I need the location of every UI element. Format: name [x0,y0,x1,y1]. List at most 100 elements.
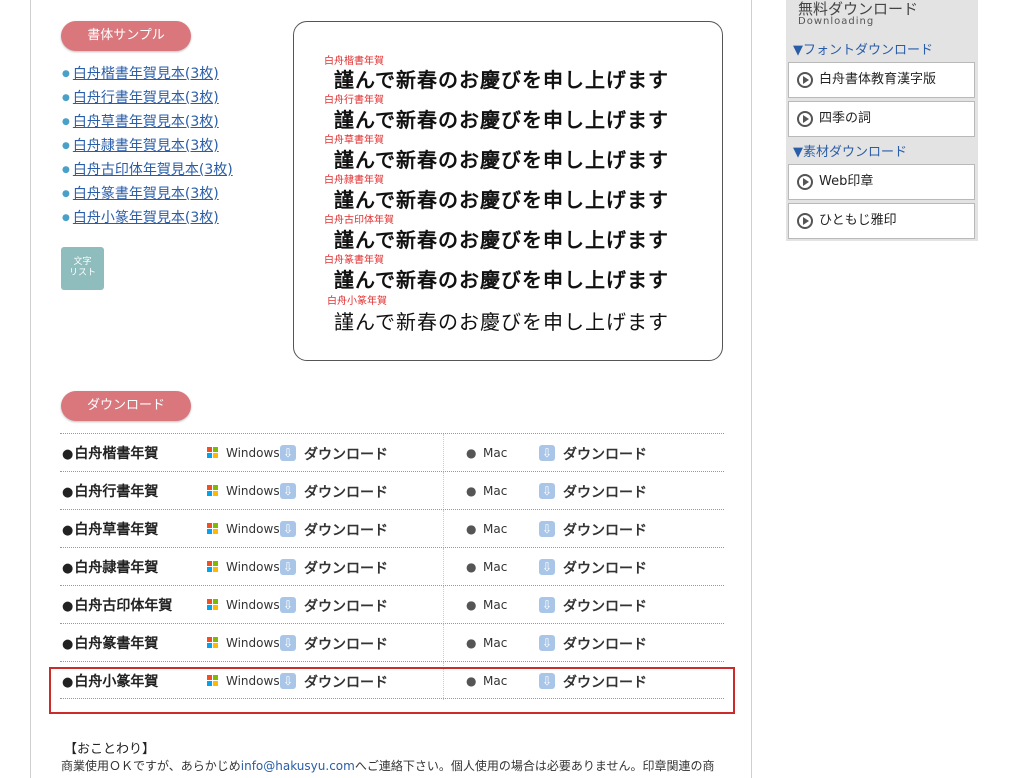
windows-label: Windows [226,636,280,650]
list-item: ● 白舟古印体年賀見本(3枚) [62,160,233,184]
list-item: ● 白舟小篆年賀見本(3枚) [62,208,233,232]
font-name: ●白舟隷書年賀 [62,560,159,576]
windows-label: Windows [226,522,280,536]
mac-download-link[interactable]: ダウンロード [563,558,647,578]
list-item: ● 白舟楷書年賀見本(3枚) [62,64,233,88]
download-arrow-icon[interactable]: ⇩ [539,597,555,613]
sidebar-button-kyoiku-kanji[interactable]: 白舟書体教育漢字版 [788,62,975,98]
sample-link-kaisho[interactable]: 白舟楷書年賀見本(3枚) [73,66,219,82]
material-download-section: ▼素材ダウンロード [793,145,907,160]
download-arrow-icon[interactable]: ⇩ [539,445,555,461]
table-row: ●白舟古印体年賀 Windows ⇩ ダウンロード ● Mac ⇩ ダウンロード [60,585,724,624]
mac-download-link[interactable]: ダウンロード [563,444,647,464]
table-row: ●白舟草書年賀 Windows ⇩ ダウンロード ● Mac ⇩ ダウンロード [60,509,724,548]
moji-list-label-2: リスト [68,268,96,278]
sidebar-button-hitomoji-gain[interactable]: ひともじ雅印 [788,203,975,239]
download-arrow-icon[interactable]: ⇩ [539,483,555,499]
download-table: ●白舟楷書年賀 Windows ⇩ ダウンロード ● Mac ⇩ ダウンロード … [60,433,724,700]
sample-text: 謹んで新春のお慶びを申し上げます [334,310,669,334]
sample-link-gyosho[interactable]: 白舟行書年賀見本(3枚) [73,90,219,106]
list-item: ● 白舟行書年賀見本(3枚) [62,88,233,112]
font-name: ●白舟行書年賀 [62,484,159,500]
notice-heading: 【おことわり】 [64,742,156,757]
sample-text: 謹んで新春のお慶びを申し上げます [334,68,669,92]
apple-icon: ● [466,484,477,498]
windows-label: Windows [226,560,280,574]
download-header: ダウンロード [61,391,191,421]
windows-download-link[interactable]: ダウンロード [304,444,388,464]
windows-icon [207,485,219,497]
sample-link-shoten[interactable]: 白舟小篆年賀見本(3枚) [73,210,219,226]
bullet-icon: ● [62,93,70,103]
mac-label: Mac [483,636,508,650]
windows-download-link[interactable]: ダウンロード [304,558,388,578]
download-arrow-icon[interactable]: ⇩ [280,521,296,537]
download-arrow-icon[interactable]: ⇩ [539,559,555,575]
highlight-box [49,667,735,714]
sample-text: 謹んで新春のお慶びを申し上げます [334,108,669,132]
table-row: ●白舟行書年賀 Windows ⇩ ダウンロード ● Mac ⇩ ダウンロード [60,471,724,510]
moji-list-label-1: 文字 [73,257,92,267]
download-arrow-icon[interactable]: ⇩ [280,635,296,651]
windows-download-link[interactable]: ダウンロード [304,520,388,540]
sample-preview-box: 白舟楷書年賀 謹んで新春のお慶びを申し上げます 白舟行書年賀 謹んで新春のお慶び… [293,21,723,361]
sample-link-sosho[interactable]: 白舟草書年賀見本(3枚) [73,114,219,130]
mac-label: Mac [483,598,508,612]
email-link[interactable]: info@hakusyu.com [241,759,355,773]
play-icon [797,72,813,88]
table-row: ●白舟篆書年賀 Windows ⇩ ダウンロード ● Mac ⇩ ダウンロード [60,623,724,662]
windows-label: Windows [226,446,280,460]
sidebar-button-web-inshou[interactable]: Web印章 [788,164,975,200]
column-divider [443,434,445,472]
download-arrow-icon[interactable]: ⇩ [280,597,296,613]
mac-label: Mac [483,484,508,498]
windows-icon [207,599,219,611]
windows-download-link[interactable]: ダウンロード [304,634,388,654]
download-arrow-icon[interactable]: ⇩ [280,559,296,575]
bullet-icon: ● [62,117,70,127]
play-icon [797,111,813,127]
sample-text: 謹んで新春のお慶びを申し上げます [334,148,669,172]
font-name: ●白舟楷書年賀 [62,446,159,462]
windows-icon [207,447,219,459]
apple-icon: ● [466,636,477,650]
download-arrow-icon[interactable]: ⇩ [280,445,296,461]
sample-text: 謹んで新春のお慶びを申し上げます [334,268,669,292]
windows-icon [207,523,219,535]
sample-text: 謹んで新春のお慶びを申し上げます [334,228,669,252]
column-divider [443,624,445,662]
mac-download-link[interactable]: ダウンロード [563,596,647,616]
download-arrow-icon[interactable]: ⇩ [539,635,555,651]
notice-text: 商業使用ＯＫですが、あらかじめinfo@hakusyu.comへご連絡下さい。個… [61,759,715,773]
sample-text: 謹んで新春のお慶びを申し上げます [334,188,669,212]
windows-download-link[interactable]: ダウンロード [304,596,388,616]
windows-download-link[interactable]: ダウンロード [304,482,388,502]
table-row: ●白舟隷書年賀 Windows ⇩ ダウンロード ● Mac ⇩ ダウンロード [60,547,724,586]
column-divider [443,510,445,548]
mac-download-link[interactable]: ダウンロード [563,634,647,654]
bullet-icon: ● [62,141,70,151]
list-item: ● 白舟草書年賀見本(3枚) [62,112,233,136]
sample-link-reisho[interactable]: 白舟隷書年賀見本(3枚) [73,138,219,154]
windows-icon [207,637,219,649]
font-name: ●白舟草書年賀 [62,522,159,538]
table-row: ●白舟楷書年賀 Windows ⇩ ダウンロード ● Mac ⇩ ダウンロード [60,433,724,472]
font-samples-header: 書体サンプル [61,21,191,51]
sample-link-koinntai[interactable]: 白舟古印体年賀見本(3枚) [73,162,233,178]
sidebar-button-shiki[interactable]: 四季の詞 [788,101,975,137]
apple-icon: ● [466,560,477,574]
column-divider [443,472,445,510]
list-item: ● 白舟篆書年賀見本(3枚) [62,184,233,208]
sample-link-tensho[interactable]: 白舟篆書年賀見本(3枚) [73,186,219,202]
apple-icon: ● [466,598,477,612]
bullet-icon: ● [62,213,70,223]
mac-download-link[interactable]: ダウンロード [563,520,647,540]
list-item: ● 白舟隷書年賀見本(3枚) [62,136,233,160]
mac-download-link[interactable]: ダウンロード [563,482,647,502]
play-icon [797,213,813,229]
download-arrow-icon[interactable]: ⇩ [280,483,296,499]
font-name: ●白舟古印体年賀 [62,598,173,614]
download-arrow-icon[interactable]: ⇩ [539,521,555,537]
moji-list-button[interactable]: 文字 リスト [61,247,104,290]
font-name: ●白舟篆書年賀 [62,636,159,652]
